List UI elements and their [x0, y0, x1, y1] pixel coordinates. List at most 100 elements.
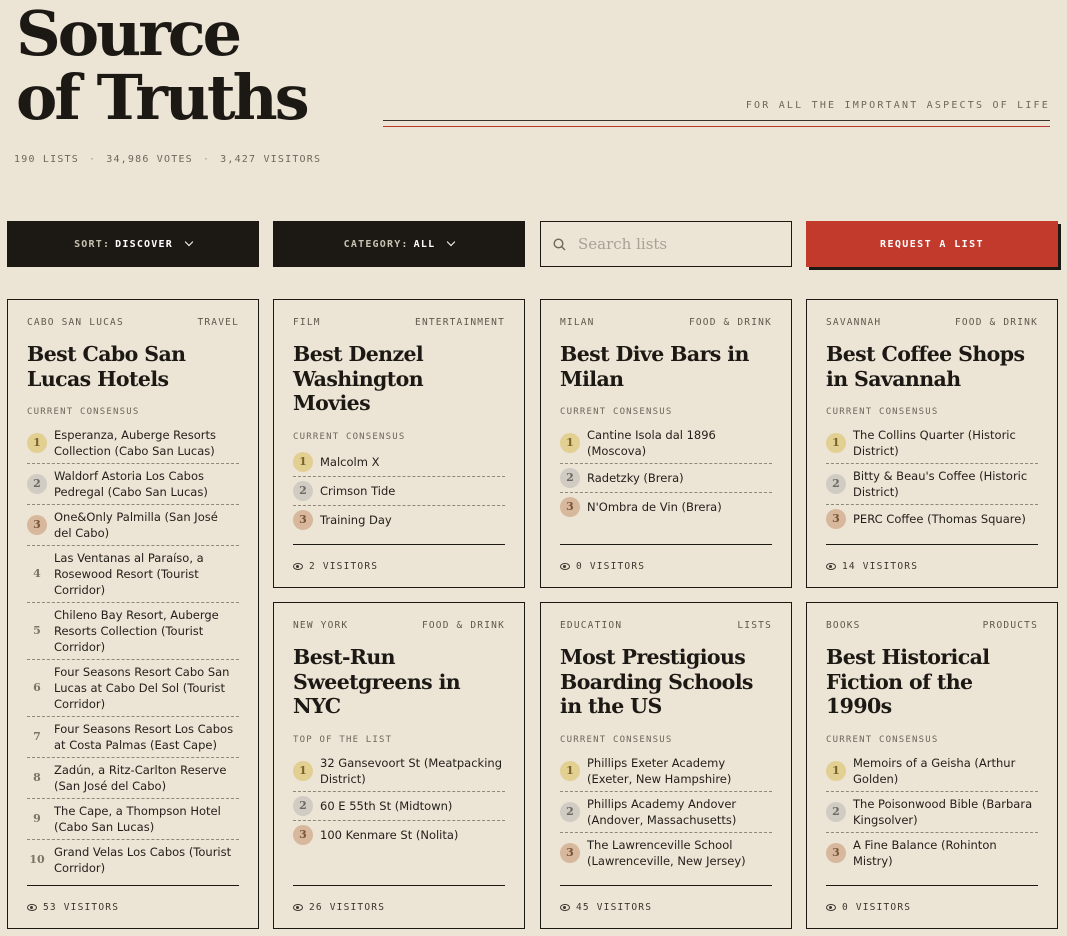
- list-item[interactable]: 1 32 Gansevoort St (Meatpacking District): [293, 751, 505, 792]
- list-item[interactable]: 3 One&Only Palmilla (San José del Cabo): [27, 505, 239, 546]
- card-meta: MILAN FOOD & DRINK: [560, 317, 772, 328]
- card-title[interactable]: Best Coffee Shops in Savannah: [826, 342, 1038, 391]
- card-category: FOOD & DRINK: [954, 317, 1038, 328]
- eye-icon: [826, 903, 836, 911]
- card-category: TRAVEL: [197, 317, 239, 328]
- rank-badge: 1: [826, 433, 846, 453]
- card-category: LISTS: [737, 620, 772, 631]
- card-meta: SAVANNAH FOOD & DRINK: [826, 317, 1038, 328]
- visitor-count: 0 VISITORS: [842, 901, 912, 913]
- list-card[interactable]: SAVANNAH FOOD & DRINK Best Coffee Shops in…: [806, 299, 1058, 588]
- list-item-label: Cantine Isola dal 1896 (Moscova): [587, 428, 716, 458]
- list-item[interactable]: 1 Esperanza, Auberge Resorts Collection (…: [27, 423, 239, 464]
- list-item-label: Four Seasons Resort Los Cabos at Costa P…: [54, 722, 234, 752]
- list-item[interactable]: 2 Crimson Tide: [293, 477, 505, 506]
- list-card[interactable]: EDUCATION LISTS Most Prestigious Boarding …: [540, 602, 792, 929]
- list-item-label: Bitty & Beau's Coffee (Historic District…: [853, 469, 1028, 499]
- card-meta: BOOKS PRODUCTS: [826, 620, 1038, 631]
- list-item[interactable]: 3 N'Ombra de Vin (Brera): [560, 493, 772, 521]
- list-item[interactable]: 1 Phillips Exeter Academy (Exeter, New Ha…: [560, 751, 772, 792]
- ranked-list: 1 Malcolm X 2 Crimson Tide 3 Training Day: [293, 448, 505, 534]
- search-box: [540, 221, 792, 267]
- list-item-label: Phillips Exeter Academy (Exeter, New Ham…: [587, 755, 732, 786]
- list-item-label: One&Only Palmilla (San José del Cabo): [54, 510, 218, 540]
- list-item[interactable]: 1 Cantine Isola dal 1896 (Moscova): [560, 423, 772, 464]
- list-card[interactable]: NEW YORK FOOD & DRINK Best-Run Sweetgreens…: [273, 602, 525, 929]
- list-item[interactable]: 3 The Lawrenceville School (Lawrenceville…: [560, 833, 772, 873]
- card-title[interactable]: Best Denzel Washington Movies: [293, 342, 505, 416]
- card-category: PRODUCTS: [982, 620, 1038, 631]
- list-item[interactable]: 8 Zadún, a Ritz-Carlton Reserve (San José…: [27, 758, 239, 799]
- card-title[interactable]: Best Historical Fiction of the 1990s: [826, 645, 1038, 719]
- eye-icon: [560, 903, 570, 911]
- list-item[interactable]: 2 60 E 55th St (Midtown): [293, 792, 505, 821]
- rank-badge: 10: [29, 853, 45, 866]
- site-logo[interactable]: Source of Truths: [16, 0, 310, 134]
- list-item[interactable]: 2 Radetzky (Brera): [560, 464, 772, 493]
- card-title[interactable]: Best Dive Bars in Milan: [560, 342, 772, 391]
- list-item[interactable]: 3 Training Day: [293, 506, 505, 534]
- consensus-label: CURRENT CONSENSUS: [826, 734, 939, 745]
- eye-icon: [27, 903, 37, 911]
- visitor-count: 26 VISITORS: [309, 901, 386, 913]
- list-item[interactable]: 3 PERC Coffee (Thomas Square): [826, 505, 1038, 533]
- request-list-button[interactable]: REQUEST A LIST: [806, 221, 1058, 267]
- rank-badge: 3: [27, 515, 47, 535]
- visitor-count: 2 VISITORS: [309, 560, 379, 572]
- rank-badge: 2: [826, 801, 846, 822]
- list-card[interactable]: BOOKS PRODUCTS Best Historical Fiction of …: [806, 602, 1058, 929]
- list-item[interactable]: 2 Phillips Academy Andover (Andover, Mass…: [560, 792, 772, 833]
- category-dropdown[interactable]: CATEGORY: ALL: [273, 221, 525, 267]
- consensus-label: CURRENT CONSENSUS: [826, 407, 939, 417]
- card-footer: 14 VISITORS: [826, 544, 1038, 587]
- card-title[interactable]: Best Cabo San Lucas Hotels: [27, 342, 239, 391]
- list-item-label: Four Seasons Resort Cabo San Lucas at Ca…: [54, 665, 230, 711]
- list-item[interactable]: 1 Malcolm X: [293, 448, 505, 477]
- list-card[interactable]: CABO SAN LUCAS TRAVEL Best Cabo San Lucas …: [7, 299, 259, 929]
- list-item[interactable]: 2 Waldorf Astoria Los Cabos Pedregal (Cab…: [27, 464, 239, 505]
- list-item[interactable]: 2 Bitty & Beau's Coffee (Historic Distric…: [826, 464, 1038, 505]
- list-item[interactable]: 4 Las Ventanas al Paraíso, a Rosewood Res…: [27, 546, 239, 603]
- list-item[interactable]: 3 A Fine Balance (Rohinton Mistry): [826, 833, 1038, 873]
- chevron-down-icon: [184, 237, 194, 247]
- card-location: CABO SAN LUCAS: [27, 317, 124, 328]
- rank-badge: 9: [33, 812, 41, 825]
- list-item[interactable]: 9 The Cape, a Thompson Hotel (Cabo San Lu…: [27, 799, 239, 840]
- list-item-label: The Poisonwood Bible (Barbara Kingsolver…: [853, 796, 1033, 827]
- rank-badge: 3: [560, 842, 580, 863]
- list-item[interactable]: 2 The Poisonwood Bible (Barbara Kingsolve…: [826, 792, 1038, 833]
- list-item[interactable]: 1 The Collins Quarter (Historic District): [826, 423, 1038, 464]
- list-item-label: Waldorf Astoria Los Cabos Pedregal (Cabo…: [54, 469, 208, 499]
- card-location: BOOKS: [826, 620, 861, 631]
- brand-line-2: of Truths: [16, 61, 310, 134]
- list-card[interactable]: MILAN FOOD & DRINK Best Dive Bars in Milan…: [540, 299, 792, 588]
- card-title[interactable]: Best-Run Sweetgreens in NYC: [293, 645, 505, 719]
- site-stats: 190 LISTS · 34,986 VOTES · 3,427 VISITOR…: [14, 154, 321, 165]
- list-item-label: Memoirs of a Geisha (Arthur Golden): [853, 755, 1016, 786]
- card-location: NEW YORK: [293, 620, 349, 631]
- card-location: SAVANNAH: [826, 317, 882, 328]
- list-item[interactable]: 7 Four Seasons Resort Los Cabos at Costa …: [27, 717, 239, 758]
- rank-badge: 3: [293, 824, 313, 845]
- card-location: MILAN: [560, 317, 595, 328]
- brand-line-1: Source: [16, 0, 242, 70]
- list-item[interactable]: 5 Chileno Bay Resort, Auberge Resorts Col…: [27, 603, 239, 660]
- list-item[interactable]: 6 Four Seasons Resort Cabo San Lucas at C…: [27, 660, 239, 717]
- list-item-label: Chileno Bay Resort, Auberge Resorts Coll…: [54, 608, 219, 654]
- list-item[interactable]: 10 Grand Velas Los Cabos (Tourist Corrido…: [27, 840, 239, 880]
- rank-badge: 2: [826, 474, 846, 494]
- consensus-label: CURRENT CONSENSUS: [27, 407, 140, 417]
- rank-badge: 7: [33, 730, 41, 743]
- card-title[interactable]: Most Prestigious Boarding Schools in the…: [560, 645, 772, 719]
- list-item-label: Las Ventanas al Paraíso, a Rosewood Reso…: [54, 551, 204, 597]
- visitor-count: 45 VISITORS: [576, 901, 653, 913]
- list-item[interactable]: 1 Memoirs of a Geisha (Arthur Golden): [826, 751, 1038, 792]
- list-item-label: Crimson Tide: [320, 483, 396, 498]
- list-item-label: 100 Kenmare St (Nolita): [320, 827, 459, 842]
- search-input[interactable]: [578, 235, 778, 253]
- sort-dropdown[interactable]: SORT: DISCOVER: [7, 221, 259, 267]
- list-item[interactable]: 3 100 Kenmare St (Nolita): [293, 821, 505, 849]
- visitor-count: 14 VISITORS: [842, 560, 919, 572]
- category-label: CATEGORY:: [343, 238, 409, 250]
- list-card[interactable]: FILM ENTERTAINMENT Best Denzel Washington …: [273, 299, 525, 588]
